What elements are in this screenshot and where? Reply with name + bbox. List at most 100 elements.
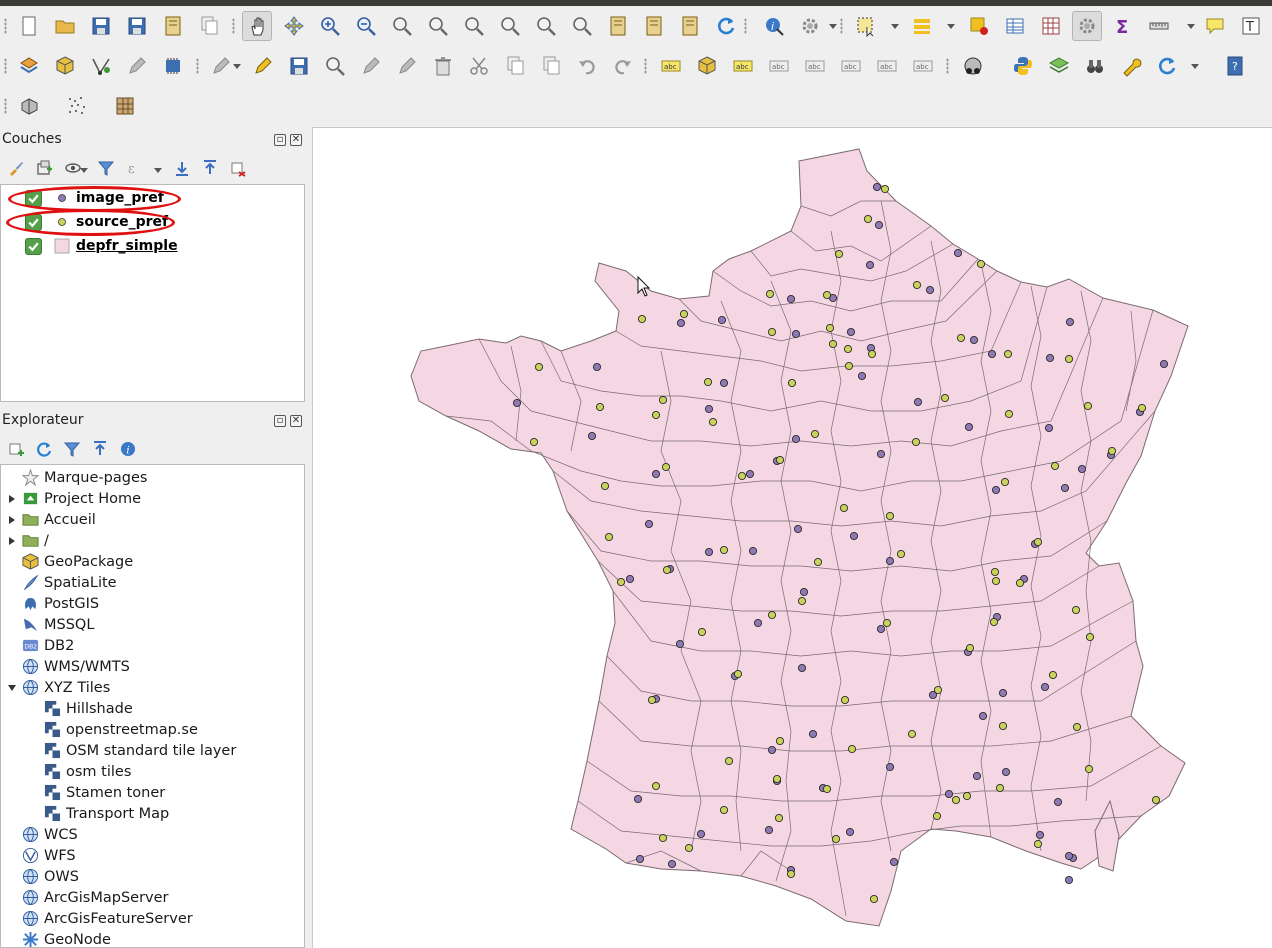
vertex-tool-icon[interactable] (356, 51, 386, 81)
zoom-to-layer-icon[interactable] (495, 11, 525, 41)
redo-icon[interactable] (608, 51, 638, 81)
browser-item-wcs[interactable]: WCS (7, 824, 78, 845)
new-geopackage-layer-icon[interactable] (50, 51, 80, 81)
digitize-vertex-icon[interactable] (86, 51, 116, 81)
toolbar-grip[interactable] (196, 58, 199, 74)
dropdown-arrow-icon[interactable] (233, 64, 241, 69)
toolbar-grip[interactable] (4, 18, 7, 34)
pan-to-selection-icon[interactable] (279, 11, 309, 41)
browser-item-osm-tiles[interactable]: osm tiles (43, 761, 131, 782)
filter-expression-icon[interactable]: ε (124, 158, 144, 178)
rotate-tool-icon[interactable] (1152, 51, 1182, 81)
add-feature-icon[interactable] (320, 51, 350, 81)
float-panel-icon[interactable]: ▫ (274, 134, 286, 146)
browser-item-wfs[interactable]: WFS (7, 845, 76, 866)
collapse-arrow-icon[interactable] (7, 683, 17, 693)
browser-item-arcgismapserver[interactable]: ArcGisMapServer (7, 887, 169, 908)
refresh-icon[interactable] (711, 11, 741, 41)
zoom-to-selection-icon[interactable] (459, 11, 489, 41)
browser-item-spatialite[interactable]: SpatiaLite (7, 572, 117, 593)
expand-arrow-icon[interactable] (7, 515, 17, 525)
browser-item-ows[interactable]: OWS (7, 866, 79, 887)
paste-features-icon[interactable] (536, 51, 566, 81)
3d-shading-icon[interactable] (14, 91, 44, 121)
float-panel-icon[interactable]: ▫ (274, 415, 286, 427)
toolbar-grip[interactable] (946, 58, 949, 74)
browser-item-postgis[interactable]: PostGIS (7, 593, 99, 614)
highlight-labels-icon[interactable]: abc (764, 51, 794, 81)
browser-item-accueil[interactable]: Accueil (7, 509, 96, 530)
move-label-icon[interactable]: abc (836, 51, 866, 81)
edit-pencil-icon[interactable] (206, 51, 236, 81)
browser-item-geonode[interactable]: GeoNode (7, 929, 111, 947)
data-source-manager-icon[interactable] (14, 51, 44, 81)
identify-icon[interactable]: i (759, 11, 789, 41)
toolbar-grip[interactable] (232, 18, 235, 34)
save-as-icon[interactable] (122, 11, 152, 41)
zoom-in-icon[interactable] (315, 11, 345, 41)
new-print-layout-icon[interactable] (158, 11, 188, 41)
text-annotation-icon[interactable]: T (1236, 11, 1266, 41)
expand-arrow-icon[interactable] (7, 494, 17, 504)
label-toolbar-icon[interactable]: abc (656, 51, 686, 81)
toggle-editing-icon[interactable] (248, 51, 278, 81)
filter-browser-icon[interactable] (62, 439, 82, 459)
zoom-full-icon[interactable] (423, 11, 453, 41)
add-selected-layers-icon[interactable] (6, 439, 26, 459)
close-panel-icon[interactable]: ✕ (290, 134, 302, 146)
browser-item-xyz-tiles[interactable]: XYZ Tiles (7, 677, 110, 698)
map-canvas[interactable] (312, 127, 1272, 948)
layout-manager-icon[interactable] (194, 11, 224, 41)
dropdown-arrow-icon[interactable] (891, 24, 899, 29)
browser-item-hillshade[interactable]: Hillshade (43, 698, 133, 719)
change-label-icon[interactable]: abc (908, 51, 938, 81)
browser-item-openstreetmap-se[interactable]: openstreetmap.se (43, 719, 198, 740)
expression-dropdown-icon[interactable] (154, 168, 162, 173)
pan-map-icon[interactable] (242, 11, 272, 41)
zoom-next-icon[interactable] (567, 11, 597, 41)
plugin-network-icon[interactable] (958, 51, 988, 81)
properties-info-icon[interactable]: i (118, 439, 138, 459)
browser-item-marque-pages[interactable]: Marque-pages (7, 467, 147, 488)
open-attribute-table-icon[interactable] (907, 11, 937, 41)
save-edits-icon[interactable] (284, 51, 314, 81)
toolbar-grip[interactable] (644, 58, 647, 74)
new-project-icon[interactable] (14, 11, 44, 41)
select-features-icon[interactable] (851, 11, 881, 41)
browser-item-stamen-toner[interactable]: Stamen toner (43, 782, 165, 803)
cut-features-icon[interactable] (464, 51, 494, 81)
python-console-icon[interactable] (1008, 51, 1038, 81)
layer-visibility-checkbox[interactable] (25, 237, 42, 255)
refresh-browser-icon[interactable] (34, 439, 54, 459)
grid-raster-icon[interactable] (110, 91, 140, 121)
browser-item-transport-map[interactable]: Transport Map (43, 803, 169, 824)
new-map-view-icon[interactable] (675, 11, 705, 41)
remove-layer-icon[interactable] (228, 158, 248, 178)
visibility-dropdown-icon[interactable] (80, 168, 88, 173)
dropdown-arrow-icon[interactable] (947, 24, 955, 29)
show-hide-labels-icon[interactable]: abc (800, 51, 830, 81)
new-bookmark-icon[interactable] (603, 11, 633, 41)
delete-selected-icon[interactable] (428, 51, 458, 81)
toolbar-grip[interactable] (4, 98, 7, 114)
undo-icon[interactable] (572, 51, 602, 81)
new-spatialite-layer-icon[interactable] (122, 51, 152, 81)
styling-brush-icon[interactable] (6, 158, 26, 178)
dropdown-arrow-icon[interactable] (1187, 24, 1195, 29)
layer-styling-icon[interactable] (1044, 51, 1074, 81)
save-project-icon[interactable] (86, 11, 116, 41)
toolbar-grip[interactable] (840, 18, 843, 34)
zoom-out-icon[interactable] (351, 11, 381, 41)
filter-legend-icon[interactable] (96, 158, 116, 178)
pin-labels-icon[interactable]: abc (728, 51, 758, 81)
collapse-browser-icon[interactable] (90, 439, 110, 459)
toolbar-grip[interactable] (4, 58, 7, 74)
open-project-icon[interactable] (50, 11, 80, 41)
layer-row-depfr-simple[interactable]: depfr_simple (25, 235, 295, 257)
run-action-icon[interactable] (795, 11, 825, 41)
new-virtual-layer-icon[interactable] (158, 51, 188, 81)
browser-item-osm-standard-tile-layer[interactable]: OSM standard tile layer (43, 740, 236, 761)
map-tips-icon[interactable] (1200, 11, 1230, 41)
dropdown-arrow-icon[interactable] (1191, 64, 1199, 69)
show-bookmarks-icon[interactable] (639, 11, 669, 41)
